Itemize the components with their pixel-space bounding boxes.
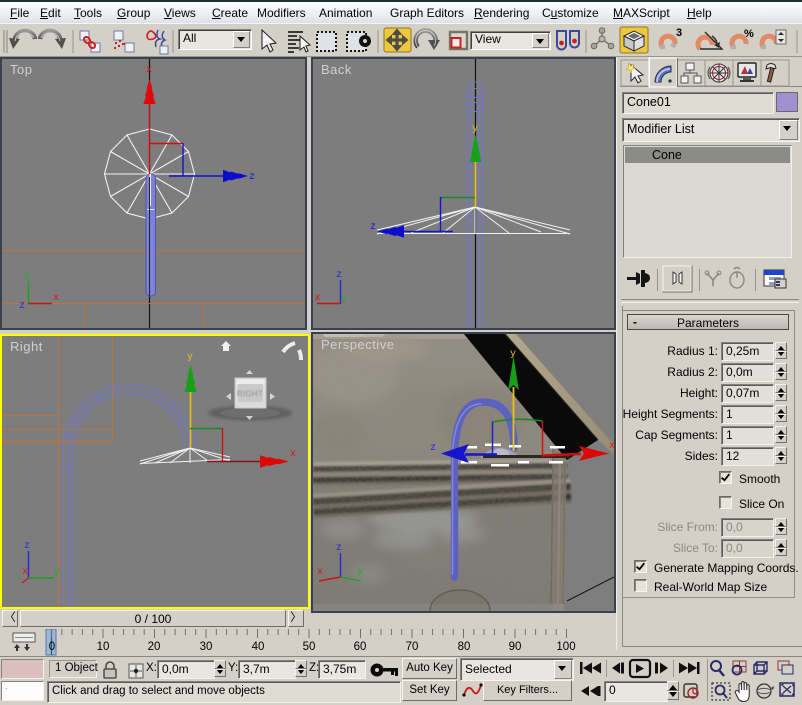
svg-text:z: z	[19, 301, 25, 312]
svg-text:z: z	[336, 543, 342, 554]
svg-text:z: z	[24, 541, 30, 552]
svg-text:y: y	[357, 567, 363, 578]
svg-text:40: 40	[252, 641, 265, 653]
svg-text:10: 10	[97, 641, 110, 653]
svg-text:y: y	[510, 349, 516, 360]
svg-text:x: x	[609, 441, 614, 452]
svg-text:z: z	[249, 172, 255, 183]
svg-text:%: %	[744, 28, 754, 40]
svg-text:y: y	[472, 124, 478, 135]
svg-text:30: 30	[200, 641, 213, 653]
svg-text:y: y	[187, 352, 193, 363]
svg-text:x: x	[22, 567, 28, 578]
svg-text:60: 60	[354, 641, 367, 653]
svg-text:20: 20	[148, 641, 161, 653]
svg-text:z: z	[370, 222, 376, 233]
svg-text:50: 50	[303, 641, 316, 653]
svg-text:z: z	[336, 270, 342, 281]
svg-text:100: 100	[556, 641, 575, 653]
svg-text:90: 90	[509, 641, 522, 653]
svg-text:x: x	[290, 449, 296, 460]
svg-text:x: x	[317, 567, 323, 578]
svg-text:y: y	[341, 294, 347, 305]
svg-text:x: x	[315, 293, 321, 304]
svg-text:3: 3	[676, 27, 682, 39]
svg-text:z: z	[430, 443, 436, 454]
svg-text:x: x	[146, 65, 152, 76]
svg-text:y: y	[54, 567, 60, 578]
svg-text:y: y	[24, 271, 30, 282]
svg-text:70: 70	[406, 641, 419, 653]
svg-text:RIGHT: RIGHT	[237, 390, 263, 399]
svg-text:x: x	[53, 293, 59, 304]
svg-text:80: 80	[458, 641, 471, 653]
svg-text:0: 0	[49, 641, 55, 653]
